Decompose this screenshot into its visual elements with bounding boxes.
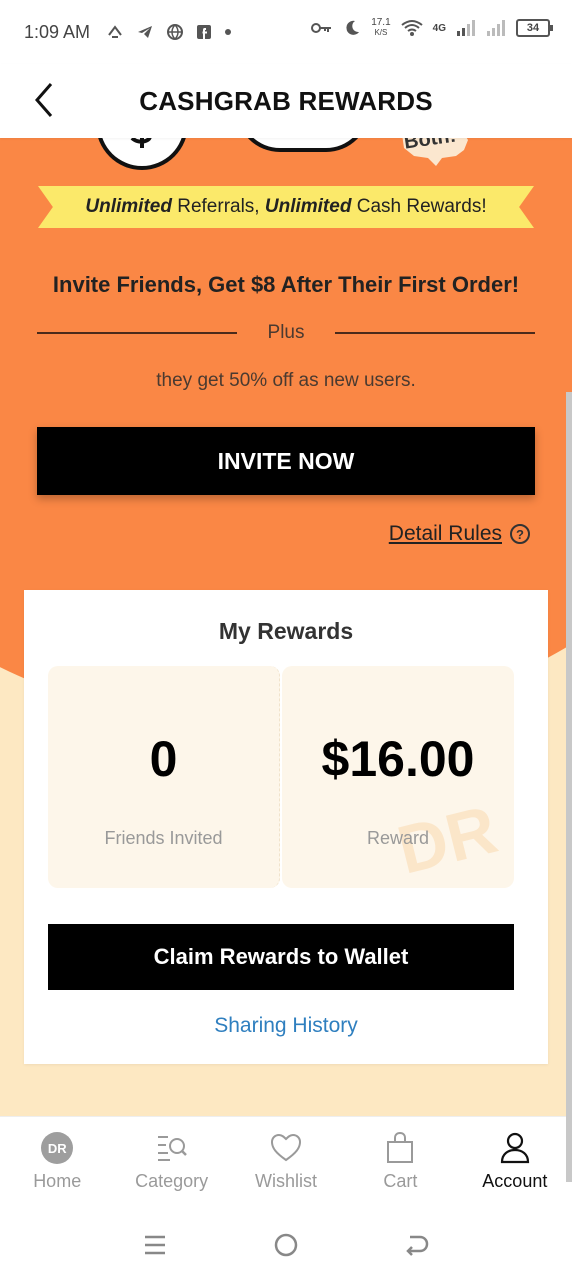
status-right-icons: 17.1 K/S 4G 34	[311, 18, 553, 38]
nav-home[interactable]: DR Home	[0, 1117, 114, 1210]
system-navigation	[0, 1210, 572, 1280]
my-rewards-title: My Rewards	[218, 618, 354, 644]
telegram-icon	[138, 26, 153, 38]
wifi-icon	[401, 20, 423, 36]
reward-value: $16.00	[321, 731, 475, 787]
sharing-history-link[interactable]: Sharing History	[24, 1014, 548, 1038]
nav-account-label: Account	[482, 1171, 548, 1191]
nav-account[interactable]: Account	[458, 1117, 572, 1210]
status-bar: 1:09 AM 17.1 K/S 4G 34	[0, 0, 572, 64]
ribbon-referrals: Referrals,	[171, 196, 265, 217]
my-rewards-card: My Rewards 0 Friends Invited DR $16.00 R…	[24, 590, 548, 1064]
orange-background-top	[0, 138, 572, 388]
promo-ribbon: Unlimited Referrals, Unlimited Cash Rewa…	[38, 186, 534, 228]
back-arrow-icon	[405, 1235, 428, 1256]
recent-apps-button[interactable]	[135, 1225, 175, 1265]
moon-icon	[346, 20, 360, 35]
signal-icon-2	[487, 20, 505, 36]
signal-icon	[457, 20, 475, 36]
globe-icon	[167, 24, 184, 41]
notification-app-icon	[108, 25, 122, 38]
main-content: Both! Unlimited Referrals, Unlimited Cas…	[0, 138, 572, 1116]
shopping-bag-icon	[383, 1131, 417, 1165]
reward-box: DR $16.00 Reward	[282, 666, 514, 888]
vpn-key-icon	[311, 23, 332, 33]
detail-rules-label[interactable]: Detail Rules	[389, 522, 502, 546]
dr-badge: DR	[41, 1132, 74, 1164]
friends-invited-label: Friends Invited	[104, 828, 223, 848]
notification-icons	[106, 23, 232, 41]
nav-wishlist-label: Wishlist	[255, 1171, 318, 1191]
dr-logo-icon: DR	[40, 1131, 74, 1165]
invite-now-button[interactable]: INVITE NOW	[37, 427, 535, 495]
heart-icon	[269, 1131, 303, 1165]
person-icon	[498, 1131, 532, 1165]
speed-unit: K/S	[374, 28, 388, 37]
app-header: CASHGRAB REWARDS	[0, 64, 572, 138]
status-time: 1:09 AM	[24, 21, 91, 42]
back-system-button[interactable]	[397, 1225, 437, 1265]
detail-rules-link[interactable]: Detail Rules ?	[389, 522, 530, 546]
nav-cart-label: Cart	[383, 1171, 418, 1191]
nav-home-label: Home	[33, 1171, 82, 1191]
nav-category-label: Category	[135, 1171, 209, 1191]
dollar-sign-icon	[130, 138, 152, 148]
reward-label: Reward	[366, 828, 430, 848]
scrollbar[interactable]	[566, 392, 572, 1182]
nav-wishlist[interactable]: Wishlist	[229, 1117, 343, 1210]
question-circle-icon[interactable]: ?	[510, 524, 530, 544]
facebook-icon	[197, 25, 212, 39]
ribbon-unlimited-2: Unlimited	[264, 196, 352, 217]
divider-right	[335, 332, 535, 334]
friends-invited-value: 0	[149, 731, 178, 787]
dot-icon	[225, 29, 232, 35]
category-search-icon	[155, 1131, 189, 1165]
home-system-button[interactable]	[266, 1225, 306, 1265]
network-speed: 17.1 K/S	[371, 18, 390, 38]
menu-lines-icon	[145, 1235, 166, 1255]
bottom-navigation: DR Home Category Wishlist Cart Account	[0, 1116, 572, 1210]
battery-icon: 34	[516, 19, 553, 37]
decoration-starburst: Both!	[398, 138, 476, 168]
speed-value: 17.1	[371, 17, 391, 28]
friends-invited-box: 0 Friends Invited	[48, 666, 280, 888]
claim-rewards-button[interactable]: Claim Rewards to Wallet	[48, 924, 514, 990]
ribbon-unlimited-1: Unlimited	[85, 196, 172, 217]
ribbon-cash-rewards: Cash Rewards!	[351, 196, 487, 217]
invite-headline: Invite Friends, Get $8 After Their First…	[52, 272, 520, 297]
circle-icon	[274, 1233, 298, 1257]
nav-category[interactable]: Category	[114, 1117, 228, 1210]
page-title: CASHGRAB REWARDS	[139, 86, 433, 116]
nav-cart[interactable]: Cart	[343, 1117, 457, 1210]
new-user-offer-text: they get 50% off as new users.	[156, 370, 416, 391]
network-type: 4G	[432, 22, 446, 34]
